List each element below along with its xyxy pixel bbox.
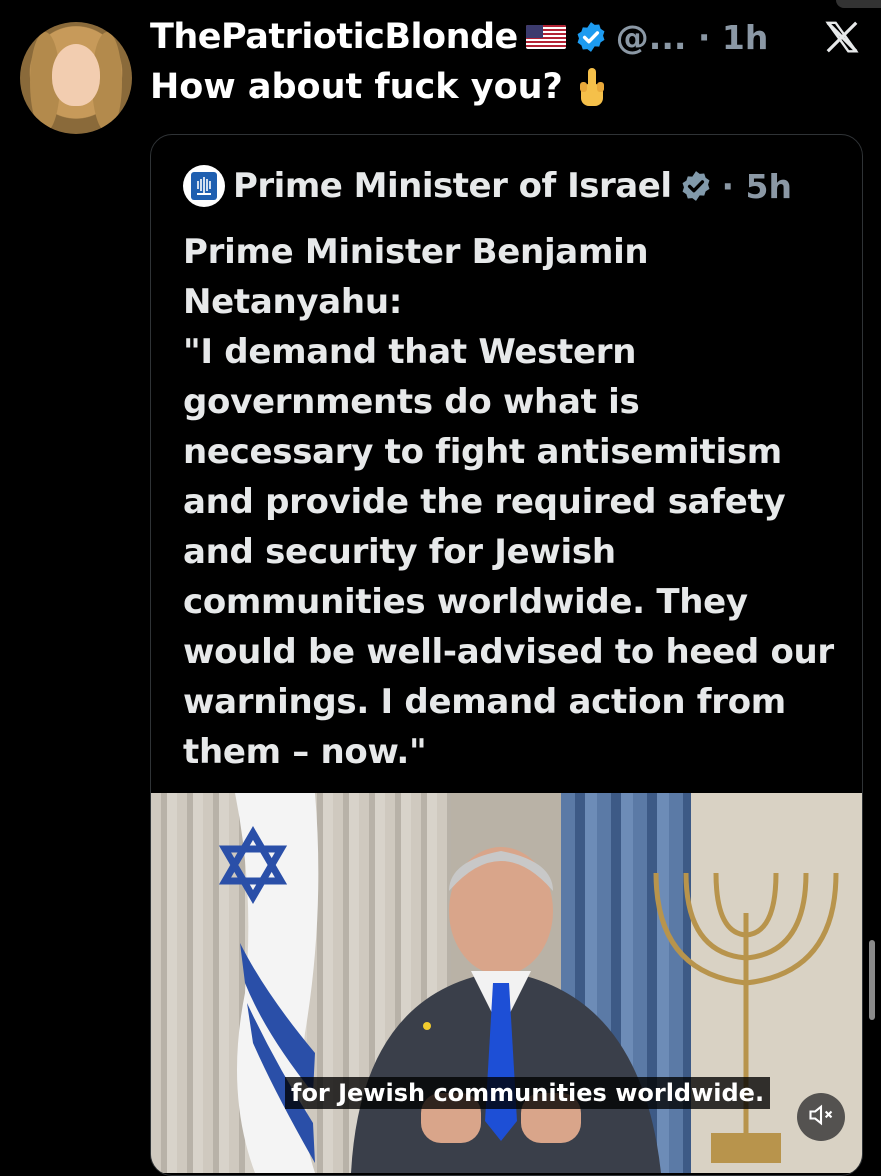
quoted-tweet-card[interactable]: Prime Minister of Israel · 5h Prime Mini… <box>150 134 863 1176</box>
quoted-text-line: them – now." <box>183 732 427 772</box>
video-player[interactable]: for Jewish communities worldwide. <box>151 793 862 1173</box>
israel-flag-image <box>195 793 327 1173</box>
tweet-text-content: How about fuck you? <box>150 67 563 107</box>
quoted-text-line: communities worldwide. They <box>183 582 748 622</box>
us-flag-icon <box>525 25 566 49</box>
speaker-muted-icon <box>807 1101 835 1133</box>
tweet-text: How about fuck you? <box>150 66 607 108</box>
quoted-text-line: and provide the required safety <box>183 482 786 522</box>
quoted-text-line: would be well-advised to heed our <box>183 632 834 672</box>
quoted-text-line: warnings. I demand action from <box>183 682 786 722</box>
verified-badge-icon[interactable] <box>574 20 608 54</box>
quoted-text-line: Netanyahu: <box>183 282 403 322</box>
quoted-text-line: Prime Minister Benjamin <box>183 232 649 272</box>
quoted-timestamp[interactable]: · 5h <box>721 167 791 206</box>
quoted-tweet-header: Prime Minister of Israel · 5h <box>183 165 792 207</box>
quoted-text-line: governments do what is <box>183 382 640 422</box>
quoted-text-line: necessary to fight antisemitism <box>183 432 782 472</box>
quoted-tweet-text: Prime Minister Benjamin Netanyahu: "I de… <box>183 227 843 777</box>
tweet-header: ThePatrioticBlonde @... · 1h <box>150 14 768 60</box>
israel-emblem-avatar-icon[interactable] <box>183 165 225 207</box>
scrollbar[interactable] <box>869 940 875 1020</box>
gov-verified-badge-icon[interactable] <box>679 169 713 203</box>
display-name[interactable]: ThePatrioticBlonde <box>150 17 518 57</box>
video-subtitle: for Jewish communities worldwide. <box>285 1077 771 1109</box>
close-icon[interactable] <box>823 18 861 56</box>
quoted-author-name[interactable]: Prime Minister of Israel <box>233 166 672 206</box>
mute-button[interactable] <box>797 1093 845 1141</box>
handle-timestamp[interactable]: @... · 1h <box>616 18 769 57</box>
top-pill <box>836 0 881 8</box>
avatar[interactable] <box>20 22 132 134</box>
quoted-text-line: "I demand that Western <box>183 332 637 372</box>
middle-finger-emoji-icon <box>577 66 607 108</box>
quoted-text-line: and security for Jewish <box>183 532 616 572</box>
